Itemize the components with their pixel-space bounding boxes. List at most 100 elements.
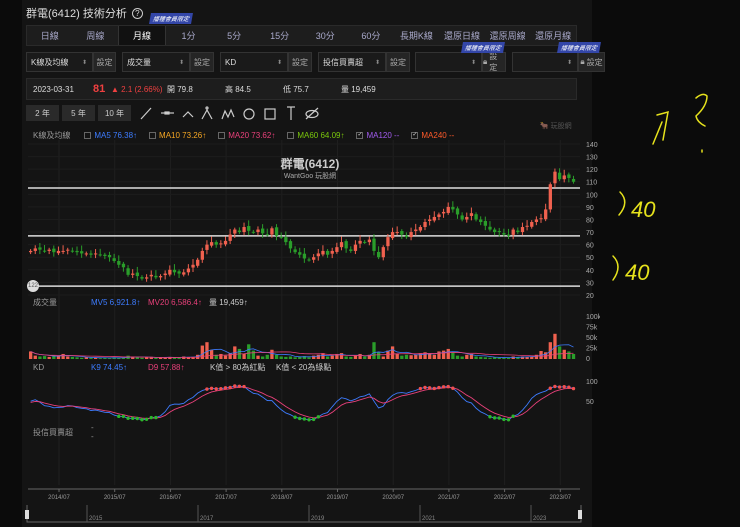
kd-green-dot — [307, 418, 311, 422]
candle — [506, 234, 511, 236]
candle — [302, 253, 307, 259]
kd-green-dot — [126, 416, 130, 420]
candle — [126, 268, 130, 275]
kd-green-dot — [121, 414, 126, 419]
candle — [544, 209, 548, 220]
navigator-label: 2019 — [311, 516, 325, 522]
candle — [404, 235, 409, 238]
navigator-label: 2015 — [89, 516, 103, 522]
kd-green-dot — [135, 416, 140, 421]
price-tick: 20 — [586, 293, 594, 300]
kd-red-dot — [228, 385, 232, 390]
candle — [316, 253, 320, 257]
candle — [209, 242, 214, 246]
kd-red-dot — [205, 387, 209, 391]
kd-green-dot — [488, 415, 492, 419]
candle — [493, 229, 497, 233]
navigator-left-handle[interactable] — [25, 510, 29, 519]
volume-bar — [571, 353, 576, 359]
candle — [446, 206, 450, 213]
kd-red-dot — [209, 386, 214, 391]
volume-bar — [70, 356, 75, 359]
candle — [182, 272, 186, 275]
candle — [223, 240, 228, 245]
candle — [140, 277, 144, 279]
candle — [163, 273, 167, 276]
candle — [451, 206, 455, 210]
volume-bar — [75, 357, 79, 359]
kd-green-dot — [130, 416, 135, 421]
handwriting-annotations: ? 40 40 — [612, 93, 708, 285]
bracket-scribble-icon — [612, 255, 619, 281]
volume-bar — [363, 356, 367, 359]
candle — [428, 219, 432, 221]
volume-bar — [451, 352, 455, 359]
volume-bar — [404, 354, 409, 359]
volume-bar — [223, 355, 228, 359]
price-tick: 50 — [586, 255, 594, 262]
candle — [265, 234, 269, 236]
candle — [84, 253, 88, 255]
candle — [61, 250, 65, 252]
kd-red-dot — [237, 384, 242, 388]
kd-green-dot — [506, 418, 511, 422]
candle — [284, 237, 288, 243]
svg-text:?: ? — [697, 129, 698, 131]
candle — [335, 247, 339, 252]
chart-canvas[interactable]: 1401301201101009080706050403020100k75k50… — [0, 0, 600, 527]
mv20: MV20 6,586.4↑ — [148, 297, 202, 307]
kd-red-dot — [423, 385, 427, 390]
candle — [539, 218, 543, 220]
mv5: MV5 6,921.8↑ — [91, 297, 141, 307]
candle — [557, 172, 562, 180]
candle — [293, 249, 297, 253]
kd-green-dot — [293, 415, 297, 419]
kd-red-dot — [233, 384, 237, 388]
candle — [247, 226, 251, 231]
kd-red-dot — [446, 384, 450, 389]
candle — [112, 258, 116, 261]
navigator[interactable] — [26, 505, 582, 523]
volume-bar — [29, 351, 33, 359]
volume-bar — [432, 354, 436, 359]
watermark-sub: WantGoo 玩股網 — [283, 173, 337, 180]
volume-bar — [567, 351, 571, 359]
candle — [409, 232, 413, 238]
volume-bar — [293, 357, 297, 359]
candle — [107, 254, 112, 258]
candle — [219, 243, 223, 245]
candle — [288, 241, 293, 249]
price-tick: 60 — [586, 243, 594, 250]
navigator-right-handle[interactable] — [578, 510, 582, 519]
kd-green-dot — [140, 418, 144, 422]
candle — [525, 225, 529, 227]
candle — [117, 260, 121, 265]
kd-red-dot — [432, 386, 436, 391]
volume-bar — [219, 353, 223, 359]
volume-bar — [400, 355, 404, 359]
navigator-label: 2023 — [533, 516, 547, 522]
candle — [474, 214, 478, 220]
volume-bar — [465, 354, 469, 359]
volume-bar — [395, 353, 399, 359]
annotation-marker[interactable]: 122 — [27, 280, 39, 292]
candle — [98, 254, 102, 256]
candle — [52, 248, 56, 253]
candle — [414, 229, 418, 232]
candle — [400, 231, 404, 235]
volume-bar — [33, 355, 37, 359]
candle — [33, 248, 37, 251]
x-tick-label: 2016/07 — [160, 495, 182, 501]
volume-bar — [455, 355, 460, 359]
kd-red-dot — [219, 387, 223, 391]
volume-bar — [330, 355, 334, 359]
candle — [497, 231, 501, 233]
question-scribble-icon — [695, 93, 708, 153]
candle — [479, 219, 483, 222]
price-tick: 40 — [586, 268, 594, 275]
candle — [154, 275, 158, 278]
inst-value: -- — [91, 423, 94, 441]
x-tick-label: 2015/07 — [104, 495, 126, 501]
handwritten-40: 40 — [631, 197, 656, 222]
kd-tick: 100 — [586, 379, 598, 386]
